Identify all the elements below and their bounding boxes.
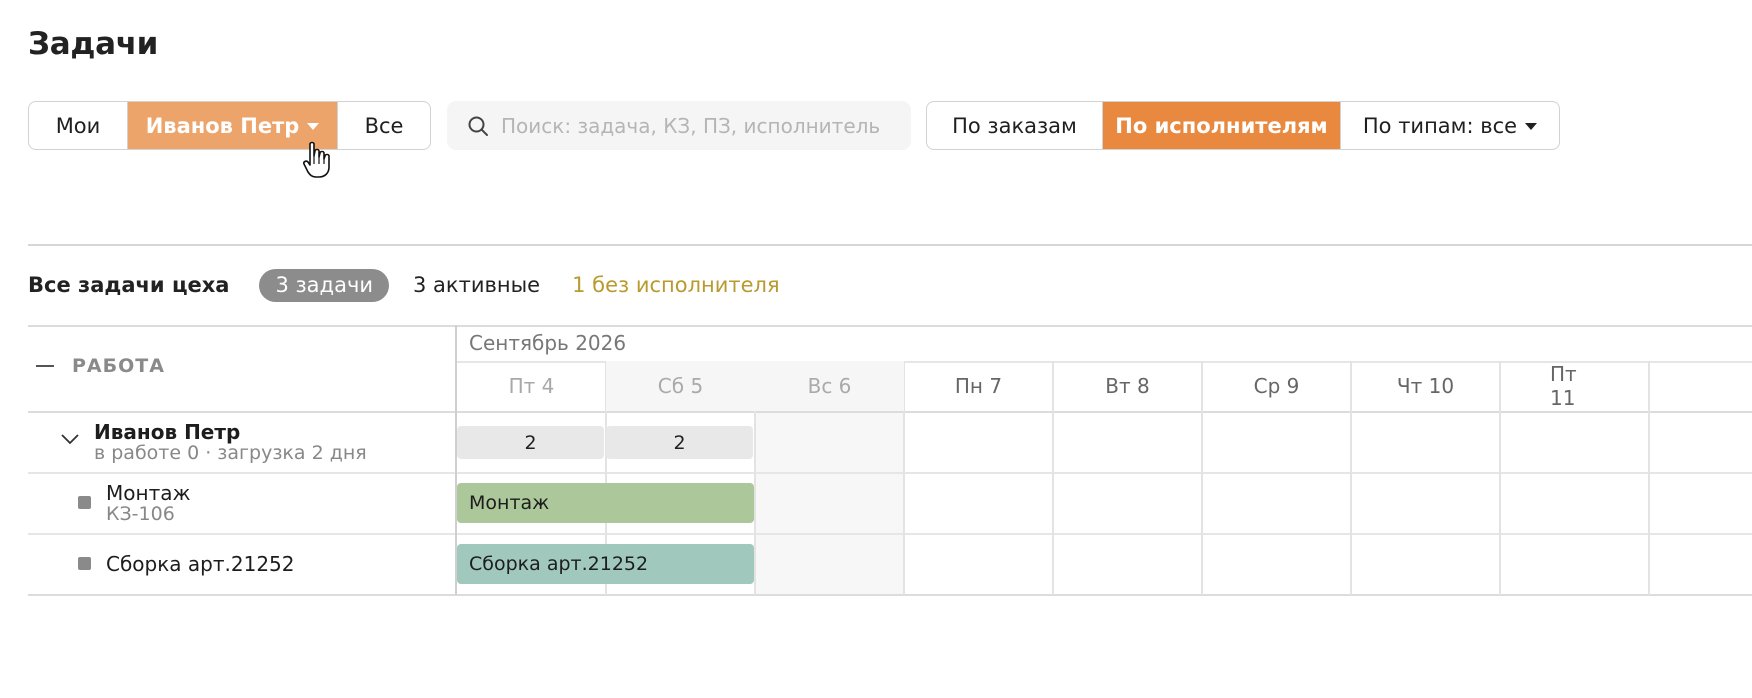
task-marker-icon xyxy=(78,496,91,509)
task-order: КЗ-106 xyxy=(106,503,175,525)
day-header: Пт 11 xyxy=(1550,362,1577,410)
grid-line xyxy=(28,325,1752,327)
caret-down-icon xyxy=(1525,123,1538,130)
filter-person-label: Иванов Петр xyxy=(145,113,300,138)
hand-cursor-icon xyxy=(303,141,330,178)
task-summary: Все задачи цеха 3 задачи 3 активные 1 бе… xyxy=(28,268,780,302)
page-title: Задачи xyxy=(28,26,159,62)
group-subtitle: в работе 0 · загрузка 2 дня xyxy=(94,442,367,464)
task-bar[interactable]: Монтаж xyxy=(457,483,754,523)
day-header: Сб 5 xyxy=(606,361,755,411)
filter-mine-button[interactable]: Мои xyxy=(29,102,128,149)
active-count[interactable]: 3 активные xyxy=(413,273,540,297)
search-icon xyxy=(468,116,488,136)
collapse-icon xyxy=(36,365,54,367)
gantt-grid: РАБОТА Сентябрь 2026 Пт 4 Сб 5 Вс 6 Пн 7… xyxy=(28,325,1752,596)
search-input[interactable] xyxy=(501,113,881,138)
grid-line xyxy=(1648,361,1650,595)
day-header: Вс 6 xyxy=(755,361,904,411)
grouping-switch: По заказам По исполнителям По типам: все xyxy=(926,101,1560,150)
month-label: Сентябрь 2026 xyxy=(469,331,627,355)
section-title: РАБОТА xyxy=(72,355,165,377)
group-by-types-dropdown[interactable]: По типам: все xyxy=(1341,102,1559,149)
grid-line xyxy=(28,533,1752,535)
group-by-orders-button[interactable]: По заказам xyxy=(927,102,1103,149)
grid-line xyxy=(28,472,1752,474)
task-bar[interactable]: Сборка арт.21252 xyxy=(457,544,754,584)
group-name[interactable]: Иванов Петр xyxy=(94,420,240,444)
filter-all-button[interactable]: Все xyxy=(338,102,430,149)
task-count-badge[interactable]: 3 задачи xyxy=(259,268,389,302)
grid-line xyxy=(28,411,1752,413)
unassigned-count[interactable]: 1 без исполнителя xyxy=(572,273,780,297)
task-marker-icon xyxy=(78,557,91,570)
day-header: Чт 10 xyxy=(1396,374,1455,398)
section-divider xyxy=(28,244,1752,246)
caret-down-icon xyxy=(307,123,320,130)
grid-line xyxy=(28,594,1752,596)
day-header: Ср 9 xyxy=(1253,374,1300,398)
task-name[interactable]: Монтаж xyxy=(106,481,191,505)
load-cell: 2 xyxy=(457,426,604,459)
load-cell: 2 xyxy=(606,426,753,459)
group-by-executors-button[interactable]: По исполнителям xyxy=(1103,102,1341,149)
day-header: Пт 4 xyxy=(508,374,555,398)
day-header: Пн 7 xyxy=(954,374,1003,398)
assignee-filter: Мои Иванов Петр Все xyxy=(28,101,431,150)
task-name[interactable]: Сборка арт.21252 xyxy=(106,552,295,576)
summary-label: Все задачи цеха xyxy=(28,273,230,297)
chevron-down-icon[interactable] xyxy=(60,433,80,445)
search-box xyxy=(447,101,911,150)
section-header[interactable]: РАБОТА xyxy=(36,355,165,377)
group-by-types-label: По типам: все xyxy=(1362,113,1518,138)
day-header: Вт 8 xyxy=(1105,374,1150,398)
